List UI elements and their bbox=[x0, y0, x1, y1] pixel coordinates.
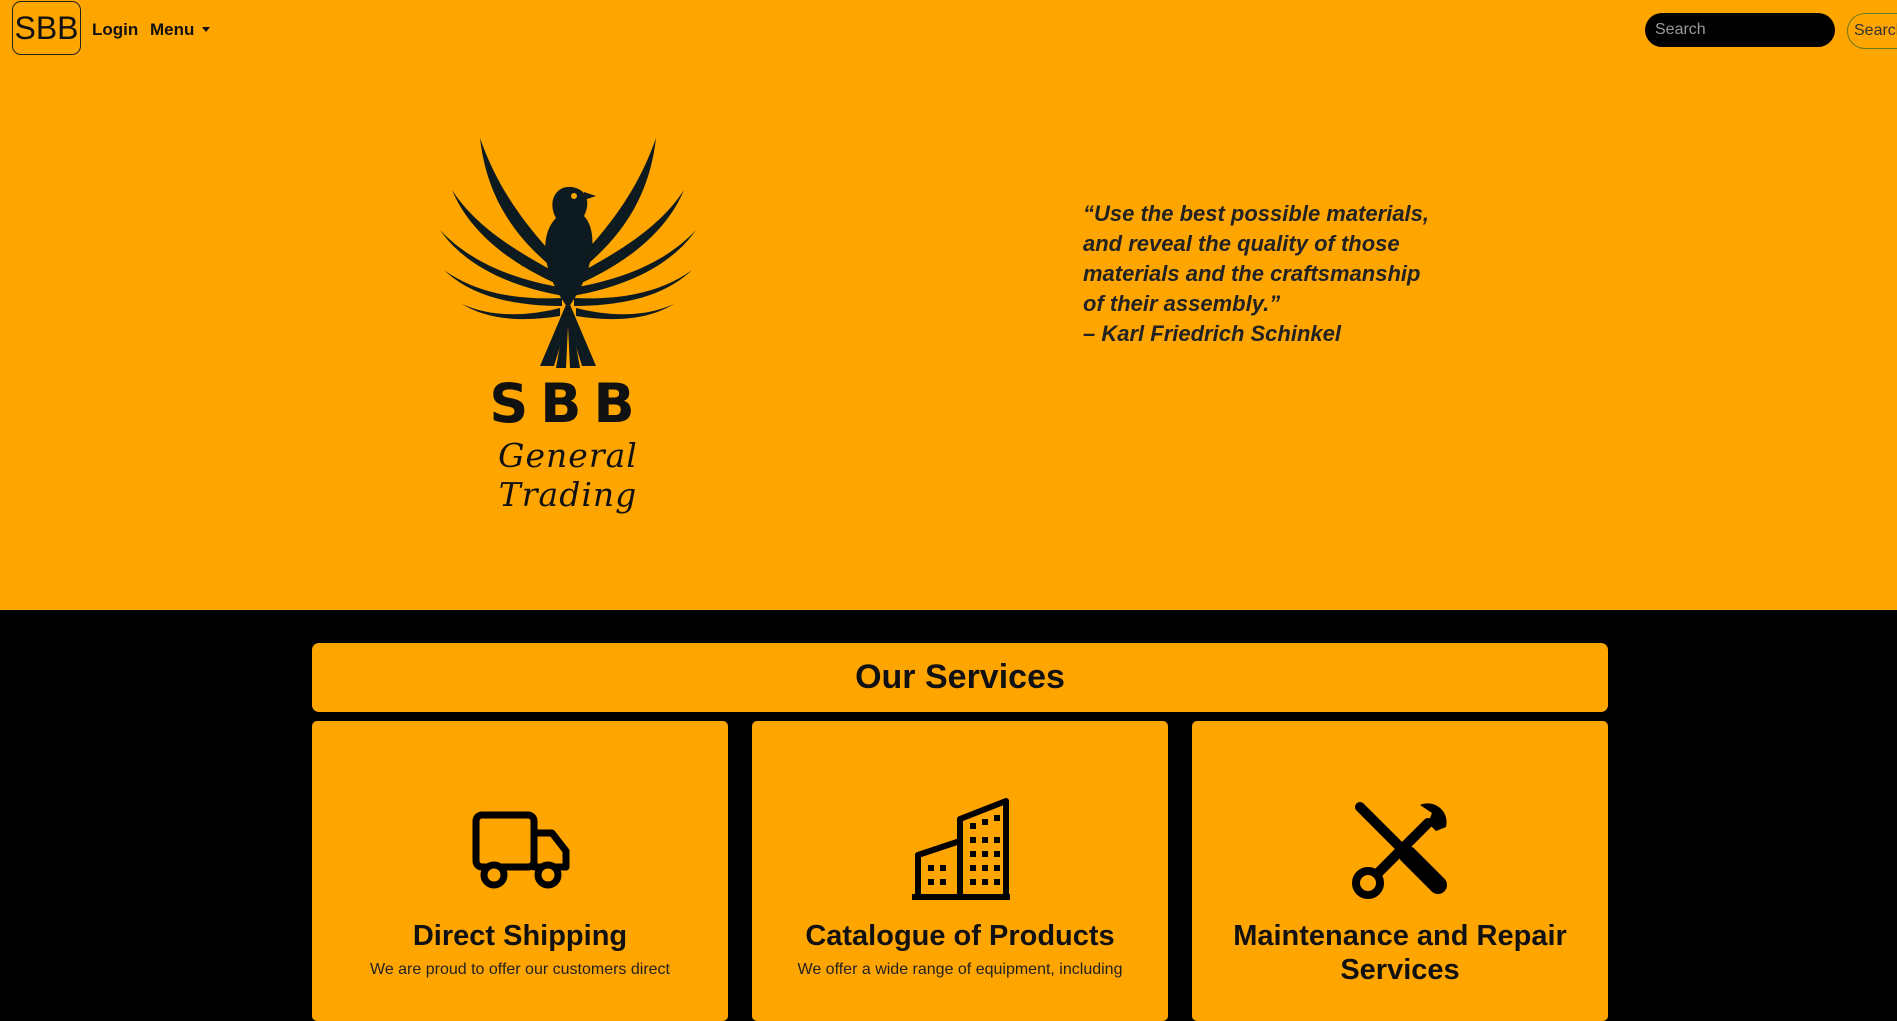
login-link[interactable]: Login bbox=[92, 20, 138, 40]
quote-author: – Karl Friedrich Schinkel bbox=[1083, 321, 1341, 346]
truck-icon bbox=[472, 811, 570, 889]
quote-block: “Use the best possible materials, and re… bbox=[1083, 199, 1443, 349]
service-title: Maintenance and Repair Services bbox=[1233, 920, 1567, 986]
logo-subtitle: General Trading bbox=[498, 436, 638, 514]
navbar: SBB Login Menu Search bbox=[0, 0, 1897, 62]
search-input[interactable] bbox=[1645, 13, 1835, 47]
hero-section: SBB Login Menu Search Searc SBB General … bbox=[0, 0, 1897, 610]
quote-line: of their assembly.” bbox=[1083, 291, 1281, 316]
brand-logo-link[interactable]: SBB bbox=[12, 1, 81, 55]
service-text: We offer a wide range of equipment, incl… bbox=[797, 961, 1123, 978]
phoenix-icon bbox=[440, 138, 696, 368]
service-title: Catalogue of Products bbox=[805, 920, 1115, 952]
services-section: Our Services Direct Shipping We are prou… bbox=[0, 610, 1897, 1021]
menu-dropdown[interactable]: Menu bbox=[150, 20, 211, 40]
service-title: Direct Shipping bbox=[412, 920, 628, 952]
logo-title: SBB bbox=[489, 372, 647, 435]
quote-line: materials and the craftsmanship bbox=[1083, 261, 1421, 286]
chevron-down-icon bbox=[202, 27, 211, 32]
building-icon bbox=[912, 798, 1010, 900]
services-heading: Our Services bbox=[312, 643, 1608, 712]
menu-label: Menu bbox=[150, 20, 195, 39]
search-button[interactable]: Search bbox=[1847, 13, 1897, 49]
service-text: We are proud to offer our customers dire… bbox=[370, 961, 670, 978]
tools-icon bbox=[1352, 802, 1447, 899]
service-card-maintenance: Maintenance and Repair Services bbox=[1192, 721, 1608, 1021]
service-card-catalogue: Catalogue of Products We offer a wide ra… bbox=[752, 721, 1168, 1021]
service-card-shipping: Direct Shipping We are proud to offer ou… bbox=[312, 721, 728, 1021]
company-logo: SBB General Trading bbox=[428, 130, 708, 514]
quote-line: “Use the best possible materials, bbox=[1083, 201, 1430, 226]
quote-line: and reveal the quality of those bbox=[1083, 231, 1400, 256]
